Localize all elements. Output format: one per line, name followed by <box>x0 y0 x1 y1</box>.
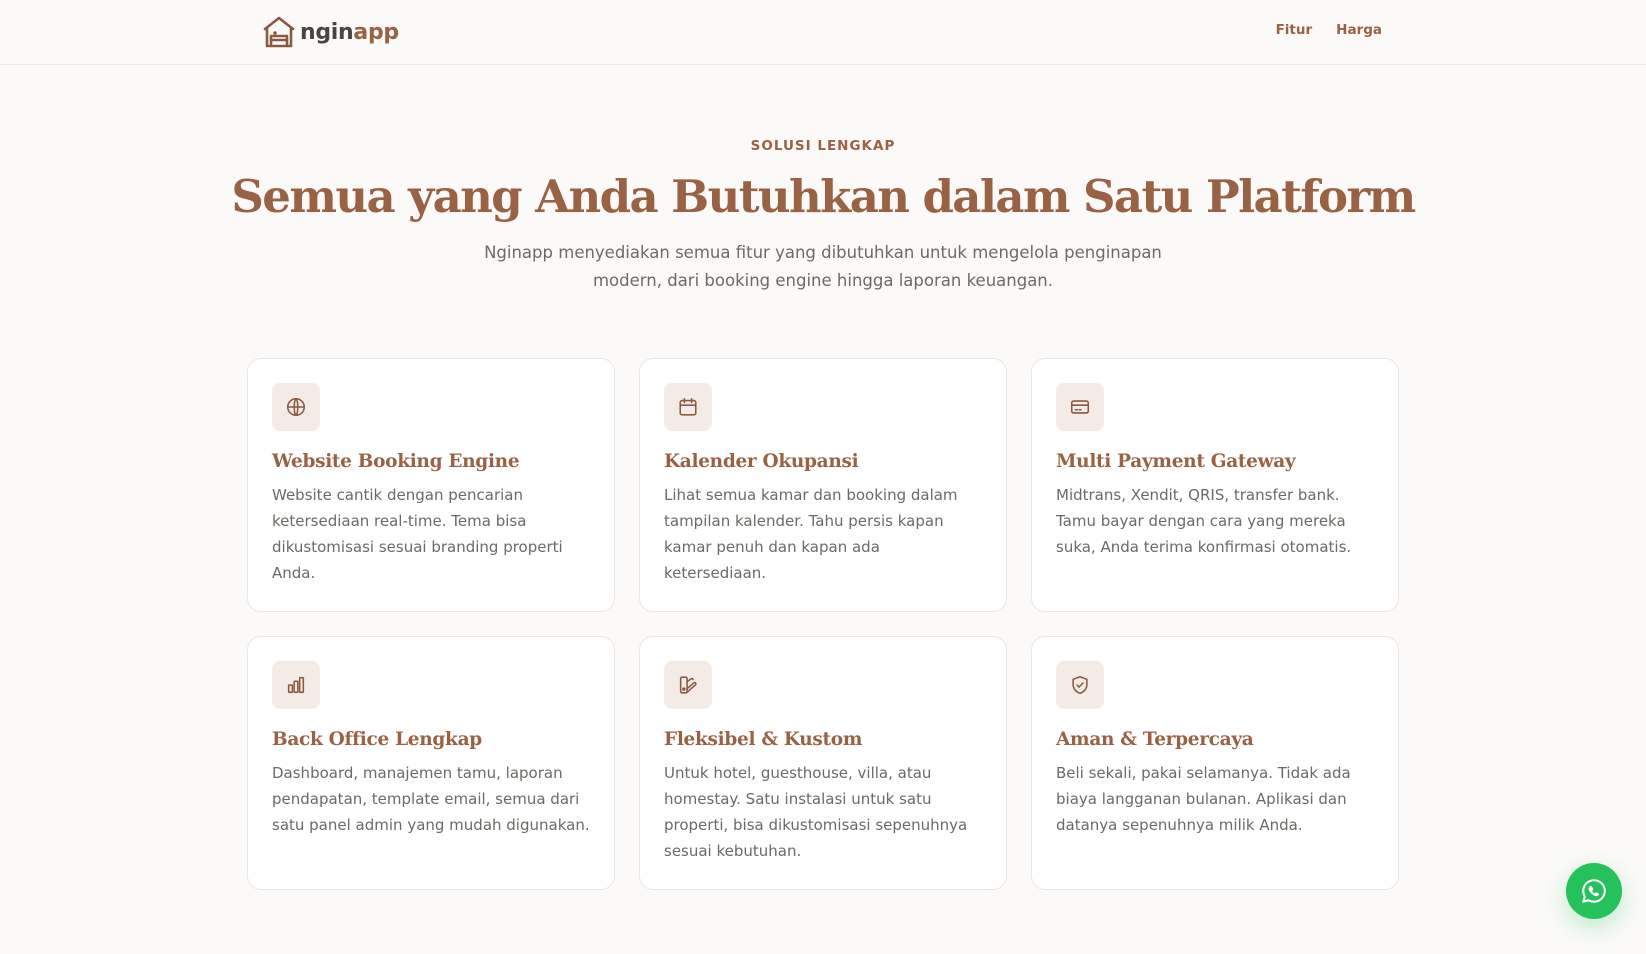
whatsapp-icon <box>1582 879 1606 903</box>
feature-description: Lihat semua kamar dan booking dalam tamp… <box>664 486 958 582</box>
feature-description: Midtrans, Xendit, QRIS, transfer bank. T… <box>1056 486 1352 556</box>
feature-description: Website cantik dengan pencarian ketersed… <box>272 486 563 582</box>
section-subtitle: Nginapp menyediakan semua fitur yang dib… <box>484 243 1162 290</box>
feature-card: Kalender Okupansi Lihat semua kamar dan … <box>639 358 1007 612</box>
feature-icon-box <box>664 383 712 431</box>
main-nav: Fitur Harga <box>1276 22 1382 38</box>
shield-check-icon <box>1072 675 1088 695</box>
feature-card: Fleksibel & Kustom Untuk hotel, guesthou… <box>639 636 1007 890</box>
feature-icon-box <box>664 661 712 709</box>
feature-grid: Website Booking Engine Website cantik de… <box>247 358 1399 890</box>
feature-icon-box <box>272 661 320 709</box>
globe-icon <box>286 397 306 417</box>
feature-title: Aman & Terpercaya <box>1056 729 1254 750</box>
brand-name-suffix: app <box>353 19 399 45</box>
feature-title: Website Booking Engine <box>272 451 520 472</box>
credit-card-icon <box>1070 400 1090 414</box>
feature-description: Untuk hotel, guesthouse, villa, atau hom… <box>664 764 968 860</box>
feature-description: Beli sekali, pakai selamanya. Tidak ada … <box>1056 764 1351 834</box>
section-title: Semua yang Anda Butuhkan dalam Satu Plat… <box>231 170 1416 223</box>
feature-title: Fleksibel & Kustom <box>664 729 863 750</box>
feature-title: Back Office Lengkap <box>272 729 482 750</box>
feature-icon-box <box>1056 661 1104 709</box>
feature-title: Multi Payment Gateway <box>1056 451 1296 472</box>
calendar-icon <box>679 397 697 416</box>
section-eyebrow: SOLUSI LENGKAP <box>750 138 896 154</box>
palette-icon <box>679 676 697 694</box>
feature-card: Multi Payment Gateway Midtrans, Xendit, … <box>1031 358 1399 612</box>
feature-card: Aman & Terpercaya Beli sekali, pakai sel… <box>1031 636 1399 890</box>
brand-name-prefix: ngin <box>300 19 354 45</box>
nav-link-harga[interactable]: Harga <box>1336 22 1382 38</box>
brand-name: nginapp <box>300 20 399 45</box>
feature-title: Kalender Okupansi <box>664 451 859 472</box>
feature-icon-box <box>1056 383 1104 431</box>
feature-card: Website Booking Engine Website cantik de… <box>247 358 615 612</box>
nav-link-fitur[interactable]: Fitur <box>1276 22 1313 38</box>
brand-logo[interactable]: nginapp <box>262 14 399 50</box>
bar-chart-icon <box>287 676 305 694</box>
feature-description: Dashboard, manajemen tamu, laporan penda… <box>272 764 590 834</box>
feature-card: Back Office Lengkap Dashboard, manajemen… <box>247 636 615 890</box>
house-bed-icon <box>263 16 295 48</box>
site-header: nginapp Fitur Harga <box>0 0 1646 65</box>
feature-icon-box <box>272 383 320 431</box>
whatsapp-chat-button[interactable] <box>1566 863 1622 919</box>
